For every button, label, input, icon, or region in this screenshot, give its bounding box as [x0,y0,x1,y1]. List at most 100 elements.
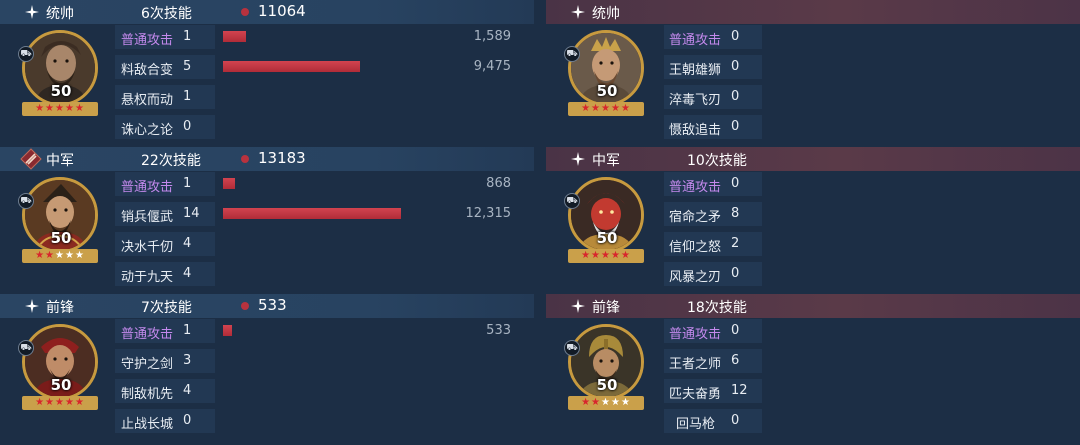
skill-row[interactable]: 信仰之怒 2 [664,231,1080,257]
role-label: 前锋 [46,300,74,316]
skill-row[interactable]: 风暴之刃 0 [664,261,1080,287]
skill-name: 淬毒飞刃 [669,93,722,108]
right-team-panel: 统帅 ⛟ 50 ★★★★★ 普通攻击 0 王朝雄狮 0 淬毒飞刃 0 慑敌追击 … [546,0,1080,445]
skill-name: 动于九天 [121,270,174,285]
general-level: 50 [596,376,618,394]
general-portrait[interactable]: ⛟ 50 ★★★★★ [18,324,100,414]
general-level: 50 [50,82,72,100]
role-label: 前锋 [592,300,620,316]
skill-row[interactable]: 普通攻击 1 1,589 [115,24,534,50]
general-portrait[interactable]: ⛟ 50 ★★★★★ [564,30,646,120]
skill-row[interactable]: 决水千仞 4 [115,231,534,257]
skill-name: 止战长城 [121,417,174,432]
role-label: 统帅 [592,6,620,22]
section-header: 前锋 7次技能 533 [0,294,534,318]
general-section-center: 中军 10次技能 ⛟ 50 ★★★★★ 普通攻击 0 宿命之矛 8 信仰之怒 2… [546,147,1080,294]
skill-row[interactable]: 止战长城 0 [115,408,534,434]
damage-bar [223,208,401,219]
cavalry-icon: ⛟ [18,46,34,62]
general-portrait[interactable]: ⛟ 50 ★★★★★ [564,177,646,267]
skill-uses: 8 [731,206,740,221]
skill-row[interactable]: 匹夫奋勇 12 [664,378,1080,404]
skill-uses: 2 [731,236,740,251]
skill-uses: 0 [183,413,192,428]
section-header: 统帅 [546,0,1080,24]
skill-row[interactable]: 王朝雄狮 0 [664,54,1080,80]
skill-count: 18次技能 [687,300,747,316]
damage-total: 13183 [258,149,306,167]
cavalry-icon: ⛟ [18,193,34,209]
cavalry-icon: ⛟ [564,340,580,356]
general-portrait[interactable]: ⛟ 50 ★★★★★ [18,177,100,267]
general-level: 50 [596,82,618,100]
skill-row[interactable]: 料敌合变 5 9,475 [115,54,534,80]
damage-total: 533 [258,296,287,314]
skill-uses: 1 [183,323,192,338]
star-rating: ★★★★★ [22,396,98,410]
damage-bar [223,61,360,72]
skill-name: 慑敌追击 [669,123,722,138]
section-header: 前锋 18次技能 [546,294,1080,318]
star-rating: ★★★★★ [568,396,644,410]
skill-row[interactable]: 宿命之矛 8 [664,201,1080,227]
star-rating: ★★★★★ [22,102,98,116]
skill-damage: 9,475 [473,59,511,74]
skill-uses: 3 [183,353,192,368]
general-level: 50 [50,376,72,394]
role-label: 统帅 [46,6,74,22]
skill-name: 风暴之刃 [669,270,722,285]
general-portrait[interactable]: ⛟ 50 ★★★★★ [564,324,646,414]
left-team-panel: 统帅 6次技能 11064 ⛟ 50 ★★★★★ 普通攻击 1 1,589 料敌… [0,0,534,445]
role-label: 中军 [46,153,74,169]
general-portrait[interactable]: ⛟ 50 ★★★★★ [18,30,100,120]
damage-total: 11064 [258,2,306,20]
skill-row[interactable]: 悬权而动 1 [115,84,534,110]
skill-row[interactable]: 普通攻击 1 533 [115,318,534,344]
skill-count: 22次技能 [141,153,201,169]
skill-name: 王朝雄狮 [669,63,722,78]
skill-row[interactable]: 王者之师 6 [664,348,1080,374]
cavalry-icon: ⛟ [564,193,580,209]
skill-row[interactable]: 普通攻击 0 [664,171,1080,197]
skill-uses: 0 [731,266,740,281]
general-level: 50 [596,229,618,247]
general-section-commander: 统帅 ⛟ 50 ★★★★★ 普通攻击 0 王朝雄狮 0 淬毒飞刃 0 慑敌追击 … [546,0,1080,147]
general-section-vanguard: 前锋 18次技能 ⛟ 50 ★★★★★ 普通攻击 0 王者之师 6 匹夫奋勇 1… [546,294,1080,441]
skill-name: 信仰之怒 [669,240,722,255]
skill-name: 悬权而动 [121,93,174,108]
skill-row[interactable]: 回马枪 0 [664,408,1080,434]
skill-uses: 0 [731,323,740,338]
sparkle-icon [571,152,585,166]
skill-uses: 0 [731,176,740,191]
skill-count: 7次技能 [141,300,192,316]
general-section-commander: 统帅 6次技能 11064 ⛟ 50 ★★★★★ 普通攻击 1 1,589 料敌… [0,0,534,147]
skill-row[interactable]: 销兵偃武 14 12,315 [115,201,534,227]
skill-row[interactable]: 普通攻击 0 [664,318,1080,344]
general-section-center: 中军 22次技能 13183 ⛟ 50 ★★★★★ 普通攻击 1 868 销兵偃… [0,147,534,294]
skill-damage: 533 [486,323,511,338]
skill-name: 普通攻击 [669,327,722,342]
skill-uses: 0 [183,119,192,134]
damage-dot-icon [241,8,249,16]
skill-row[interactable]: 诛心之论 0 [115,114,534,140]
skill-uses: 1 [183,89,192,104]
skill-row[interactable]: 制敌机先 4 [115,378,534,404]
sparkle-icon [571,299,585,313]
skill-name: 销兵偃武 [121,210,174,225]
skill-row[interactable]: 普通攻击 1 868 [115,171,534,197]
skill-name: 守护之剑 [121,357,174,372]
skill-uses: 0 [731,413,740,428]
star-rating: ★★★★★ [568,249,644,263]
skill-row[interactable]: 淬毒飞刃 0 [664,84,1080,110]
skill-row[interactable]: 慑敌追击 0 [664,114,1080,140]
skill-uses: 12 [731,383,748,398]
skill-row[interactable]: 动于九天 4 [115,261,534,287]
skill-name: 普通攻击 [669,180,722,195]
skill-uses: 0 [731,119,740,134]
skill-name: 王者之师 [669,357,722,372]
skill-row[interactable]: 守护之剑 3 [115,348,534,374]
section-header: 中军 22次技能 13183 [0,147,534,171]
star-rating: ★★★★★ [22,249,98,263]
skill-row[interactable]: 普通攻击 0 [664,24,1080,50]
diamond-banner-icon [20,148,42,170]
